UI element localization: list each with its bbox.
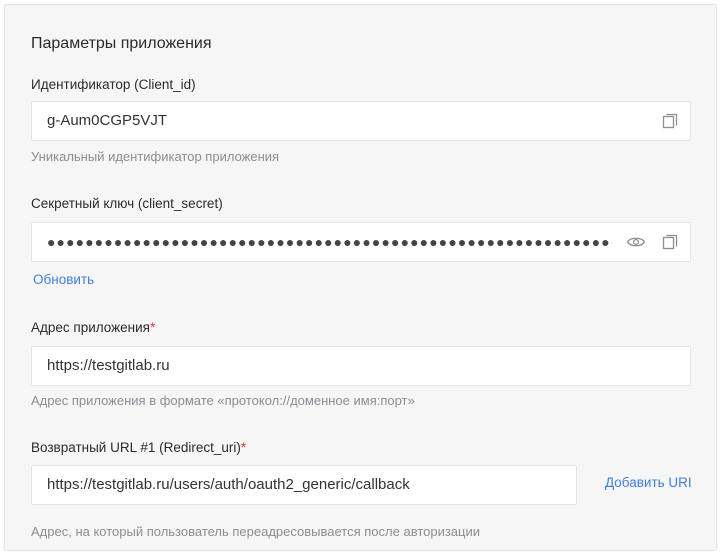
client-secret-label: Секретный ключ (client_secret) — [31, 196, 223, 211]
add-uri-link[interactable]: Добавить URI — [605, 475, 692, 490]
client-id-hint: Уникальный идентификатор приложения — [31, 149, 280, 164]
client-id-field[interactable]: g-Aum0CGP5VJT — [31, 101, 691, 141]
client-id-label: Идентификатор (Client_id) — [31, 77, 196, 92]
client-secret-field[interactable]: ●●●●●●●●●●●●●●●●●●●●●●●●●●●●●●●●●●●●●●●●… — [31, 222, 691, 262]
redirect-uri-label-text: Возвратный URL #1 (Redirect_uri) — [31, 440, 241, 455]
app-address-hint: Адрес приложения в формате «протокол://д… — [31, 393, 415, 408]
section-title: Параметры приложения — [31, 35, 212, 52]
app-address-label-text: Адрес приложения — [31, 320, 150, 335]
eye-icon[interactable] — [626, 232, 646, 252]
app-address-label: Адрес приложения* — [31, 320, 155, 335]
app-settings-panel: Параметры приложения Идентификатор (Clie… — [4, 4, 717, 551]
redirect-uri-field[interactable]: https://testgitlab.ru/users/auth/oauth2_… — [31, 465, 577, 505]
copy-icon[interactable] — [660, 232, 680, 252]
copy-icon[interactable] — [660, 111, 680, 131]
refresh-secret-link[interactable]: Обновить — [33, 272, 94, 287]
app-address-field[interactable]: https://testgitlab.ru — [31, 346, 691, 386]
client-secret-masked-value: ●●●●●●●●●●●●●●●●●●●●●●●●●●●●●●●●●●●●●●●●… — [47, 234, 612, 250]
redirect-uri-label: Возвратный URL #1 (Redirect_uri)* — [31, 440, 246, 455]
required-mark: * — [240, 440, 247, 455]
required-mark: * — [150, 320, 156, 335]
app-address-value: https://testgitlab.ru — [47, 357, 170, 374]
redirect-uri-value: https://testgitlab.ru/users/auth/oauth2_… — [47, 476, 410, 493]
redirect-uri-hint: Адрес, на который пользователь переадрес… — [31, 524, 481, 539]
client-id-value: g-Aum0CGP5VJT — [47, 112, 168, 129]
